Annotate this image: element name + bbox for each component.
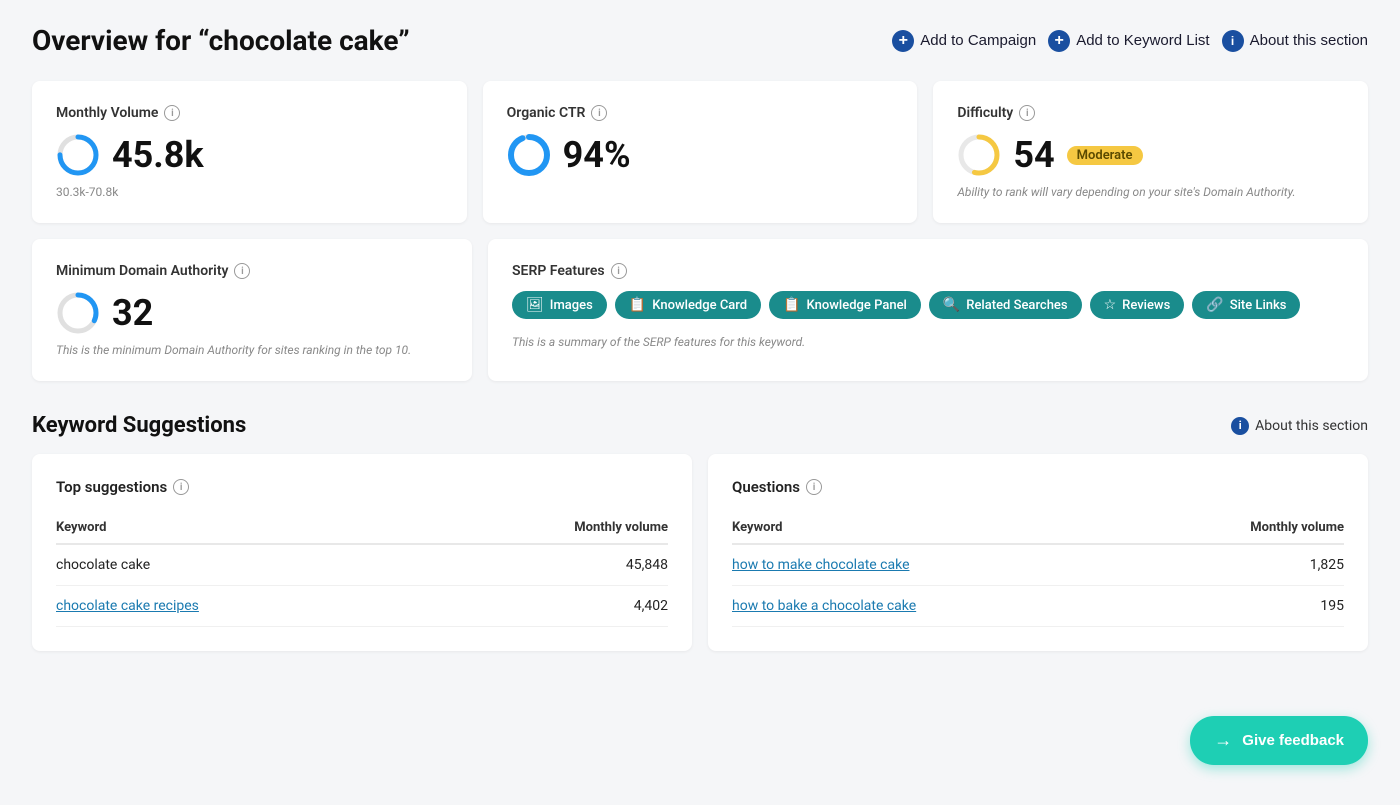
difficulty-label: Difficulty i [957, 105, 1344, 121]
min-da-note: This is the minimum Domain Authority for… [56, 343, 448, 357]
organic-ctr-card: Organic CTR i 94% [483, 81, 918, 223]
serp-tag-knowledge-card[interactable]: 📋 Knowledge Card [615, 291, 761, 319]
serp-features-card: SERP Features i 🖼 Images 📋 Knowledge Car… [488, 239, 1368, 381]
about-section-button-suggestions[interactable]: i About this section [1231, 417, 1368, 435]
info-icon-suggestions: i [1231, 417, 1249, 435]
page-title: Overview for “chocolate cake” [32, 24, 410, 57]
questions-info-icon[interactable]: i [806, 479, 822, 495]
keyword-cell: chocolate cake recipes [56, 586, 426, 627]
min-da-value: 32 [56, 291, 448, 335]
serp-tag-site-links[interactable]: 🔗 Site Links [1192, 291, 1300, 319]
serp-tag-knowledge-panel[interactable]: 📋 Knowledge Panel [769, 291, 921, 319]
volume-cell: 195 [1138, 586, 1344, 627]
organic-ctr-donut [507, 133, 551, 177]
top-suggestions-col-keyword: Keyword [56, 512, 426, 544]
related-searches-icon: 🔍 [943, 297, 960, 313]
metric-cards-row: Monthly Volume i 45.8k 30.3k-70.8k Organ… [32, 81, 1368, 223]
images-icon: 🖼 [526, 297, 544, 313]
difficulty-donut [957, 133, 1001, 177]
top-suggestions-table: Keyword Monthly volume chocolate cake 45… [56, 512, 668, 627]
monthly-volume-range: 30.3k-70.8k [56, 185, 443, 199]
suggestions-grid: Top suggestions i Keyword Monthly volume… [32, 454, 1368, 651]
serp-features-info-icon[interactable]: i [611, 263, 627, 279]
questions-title: Questions i [732, 478, 1344, 496]
top-suggestions-info-icon[interactable]: i [173, 479, 189, 495]
keyword-cell: chocolate cake [56, 544, 426, 586]
info-icon-header: i [1222, 30, 1244, 52]
serp-tag-related-searches[interactable]: 🔍 Related Searches [929, 291, 1082, 319]
knowledge-panel-icon: 📋 [783, 297, 800, 313]
questions-col-keyword: Keyword [732, 512, 1138, 544]
knowledge-card-icon: 📋 [629, 297, 646, 313]
volume-cell: 4,402 [426, 586, 668, 627]
header-actions: + Add to Campaign + Add to Keyword List … [892, 30, 1368, 52]
min-domain-authority-card: Minimum Domain Authority i 32 This is th… [32, 239, 472, 381]
questions-table: Keyword Monthly volume how to make choco… [732, 512, 1344, 627]
second-cards-row: Minimum Domain Authority i 32 This is th… [32, 239, 1368, 381]
add-campaign-icon: + [892, 30, 914, 52]
keyword-suggestions-title: Keyword Suggestions [32, 413, 246, 438]
organic-ctr-value: 94% [507, 133, 894, 177]
min-da-donut [56, 291, 100, 335]
difficulty-value: 54 Moderate [957, 133, 1344, 177]
add-to-keyword-list-button[interactable]: + Add to Keyword List [1048, 30, 1209, 52]
add-keyword-icon: + [1048, 30, 1070, 52]
table-row: chocolate cake 45,848 [56, 544, 668, 586]
keyword-cell: how to make chocolate cake [732, 544, 1138, 586]
top-suggestions-card: Top suggestions i Keyword Monthly volume… [32, 454, 692, 651]
difficulty-card: Difficulty i 54 Moderate Ability to rank… [933, 81, 1368, 223]
give-feedback-button[interactable]: → Give feedback [1190, 716, 1368, 765]
arrow-right-icon: → [1214, 730, 1232, 751]
organic-ctr-info-icon[interactable]: i [591, 105, 607, 121]
volume-cell: 1,825 [1138, 544, 1344, 586]
keyword-cell: how to bake a chocolate cake [732, 586, 1138, 627]
serp-tag-reviews[interactable]: ☆ Reviews [1090, 291, 1185, 319]
reviews-icon: ☆ [1104, 297, 1117, 313]
keyword-suggestions-header: Keyword Suggestions i About this section [32, 413, 1368, 438]
keyword-link[interactable]: chocolate cake recipes [56, 598, 199, 614]
table-row: how to bake a chocolate cake 195 [732, 586, 1344, 627]
volume-cell: 45,848 [426, 544, 668, 586]
monthly-volume-info-icon[interactable]: i [164, 105, 180, 121]
page-header: Overview for “chocolate cake” + Add to C… [32, 24, 1368, 57]
difficulty-note: Ability to rank will vary depending on y… [957, 185, 1344, 199]
serp-tag-images[interactable]: 🖼 Images [512, 291, 607, 319]
serp-tags-container: 🖼 Images 📋 Knowledge Card 📋 Knowledge Pa… [512, 291, 1344, 319]
about-section-button-header[interactable]: i About this section [1222, 30, 1368, 52]
add-to-campaign-button[interactable]: + Add to Campaign [892, 30, 1036, 52]
serp-features-label: SERP Features i [512, 263, 1344, 279]
questions-col-volume: Monthly volume [1138, 512, 1344, 544]
min-da-label: Minimum Domain Authority i [56, 263, 448, 279]
difficulty-info-icon[interactable]: i [1019, 105, 1035, 121]
difficulty-badge: Moderate [1067, 146, 1143, 165]
monthly-volume-label: Monthly Volume i [56, 105, 443, 121]
monthly-volume-card: Monthly Volume i 45.8k 30.3k-70.8k [32, 81, 467, 223]
min-da-info-icon[interactable]: i [234, 263, 250, 279]
monthly-volume-donut [56, 133, 100, 177]
table-row: chocolate cake recipes 4,402 [56, 586, 668, 627]
keyword-link[interactable]: how to make chocolate cake [732, 557, 910, 573]
table-row: how to make chocolate cake 1,825 [732, 544, 1344, 586]
organic-ctr-label: Organic CTR i [507, 105, 894, 121]
monthly-volume-value: 45.8k [56, 133, 443, 177]
questions-card: Questions i Keyword Monthly volume how t… [708, 454, 1368, 651]
serp-features-note: This is a summary of the SERP features f… [512, 335, 1344, 349]
site-links-icon: 🔗 [1206, 297, 1223, 313]
keyword-link[interactable]: how to bake a chocolate cake [732, 598, 916, 614]
top-suggestions-col-volume: Monthly volume [426, 512, 668, 544]
top-suggestions-title: Top suggestions i [56, 478, 668, 496]
